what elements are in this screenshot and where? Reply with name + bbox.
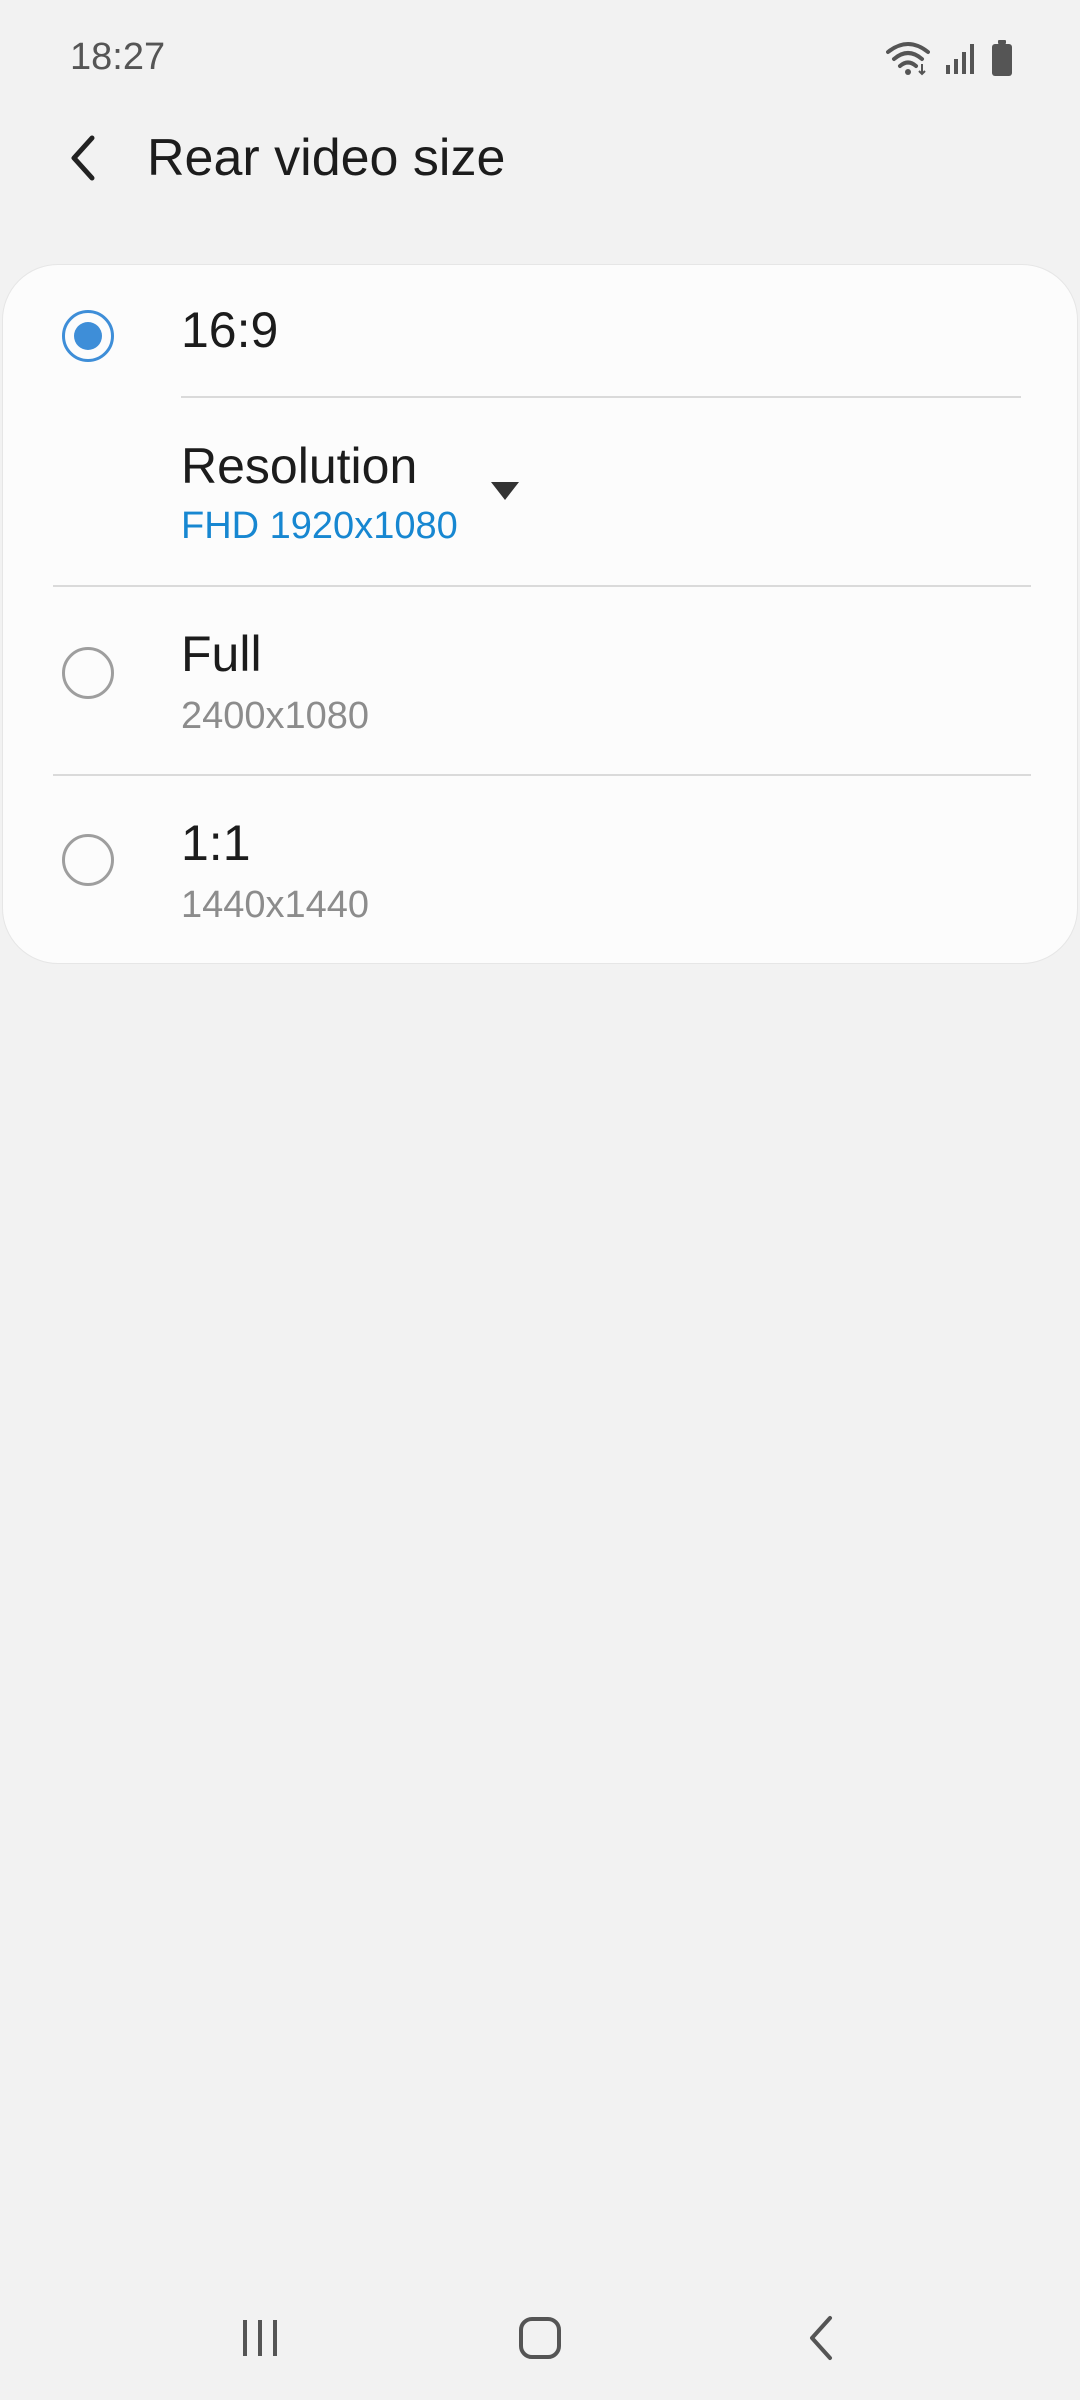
nav-back-icon (806, 2314, 838, 2367)
back-arrow-icon (64, 132, 104, 189)
page-title: Rear video size (147, 129, 506, 187)
option-title: 1:1 (181, 815, 251, 871)
navigation-bar (0, 2280, 1080, 2400)
status-icons (886, 36, 1014, 80)
status-bar: 18:27 (0, 0, 1080, 120)
recents-icon (238, 2316, 282, 2365)
option-16-9[interactable]: 16:9 (3, 265, 1079, 395)
recents-button[interactable] (220, 2308, 300, 2372)
radio-16-9[interactable] (62, 310, 114, 362)
resolution-selector[interactable] (3, 399, 1079, 587)
nav-back-button[interactable] (782, 2308, 862, 2372)
signal-icon (944, 41, 976, 75)
option-title: 16:9 (181, 302, 279, 358)
radio-1-1[interactable] (62, 834, 114, 886)
dropdown-triangle-icon[interactable] (485, 471, 525, 511)
home-icon (517, 2315, 563, 2366)
divider (181, 396, 1021, 398)
back-button[interactable] (52, 128, 116, 192)
battery-icon (990, 39, 1014, 77)
resolution-value: FHD 1920x1080 (181, 505, 458, 547)
option-subtitle: 2400x1080 (181, 695, 370, 737)
video-size-options-card: 16:9 Resolution FHD 1920x1080 Full 2400x… (2, 264, 1078, 964)
status-time: 18:27 (70, 36, 166, 78)
app-bar: Rear video size (0, 110, 1080, 210)
resolution-label: Resolution (181, 438, 418, 494)
home-button[interactable] (500, 2308, 580, 2372)
option-title: Full (181, 626, 262, 682)
option-full[interactable]: Full 2400x1080 (3, 587, 1079, 775)
option-subtitle: 1440x1440 (181, 884, 370, 926)
option-1-1[interactable]: 1:1 1440x1440 (3, 776, 1079, 964)
wifi-icon (886, 40, 930, 76)
radio-full[interactable] (62, 647, 114, 699)
